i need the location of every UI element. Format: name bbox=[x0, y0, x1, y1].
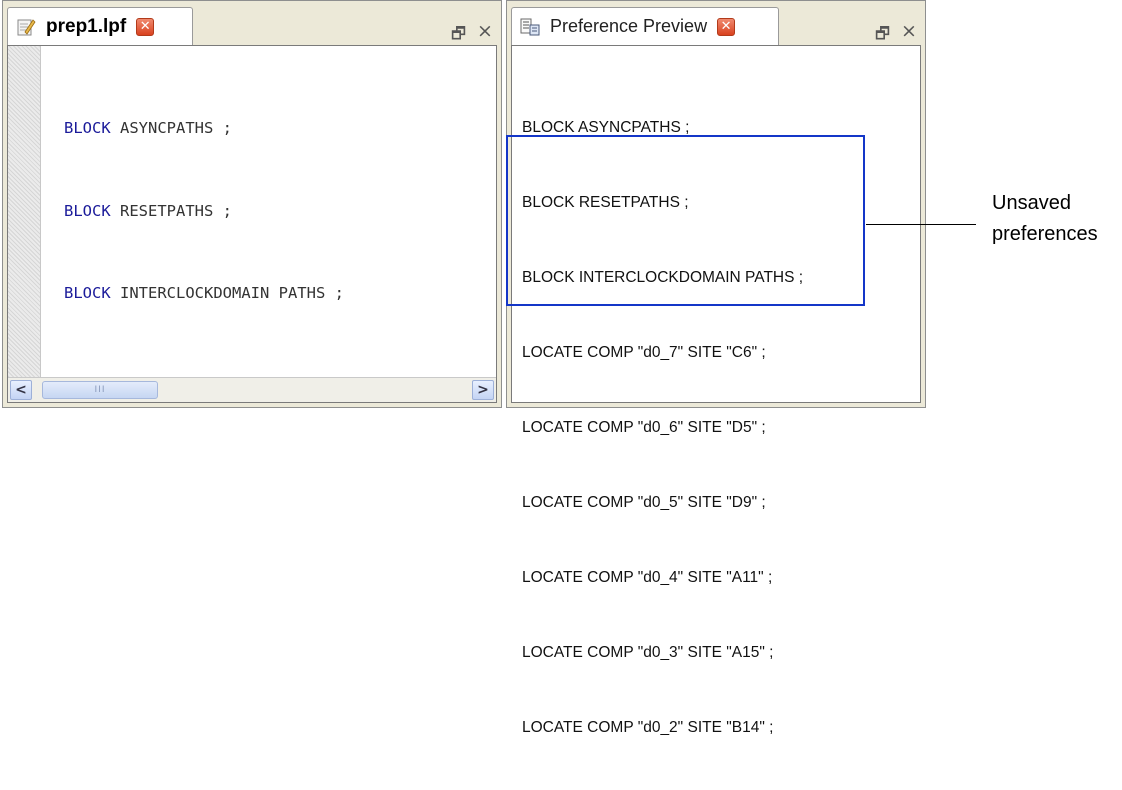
scroll-left-button[interactable]: < bbox=[10, 380, 32, 400]
editor-panel: prep1.lpf ✕ 🗗 × BLOCK ASYNCPATHS ; BLOCK… bbox=[2, 0, 502, 408]
callout-label-line: Unsaved bbox=[992, 192, 1071, 214]
callout-label: Unsaved preferences bbox=[992, 188, 1098, 250]
editor-tab-bar: prep1.lpf ✕ 🗗 × bbox=[3, 1, 501, 45]
editor-gutter bbox=[8, 46, 41, 402]
close-icon[interactable]: × bbox=[477, 20, 493, 42]
preference-preview-icon bbox=[520, 17, 540, 37]
callout-leader-line bbox=[866, 224, 976, 225]
code-editor[interactable]: BLOCK ASYNCPATHS ; BLOCK RESETPATHS ; BL… bbox=[7, 45, 497, 403]
tab-label: Preference Preview bbox=[550, 16, 708, 36]
code-line: BLOCK INTERCLOCKDOMAIN PATHS ; bbox=[64, 280, 344, 308]
edit-document-icon bbox=[16, 17, 36, 37]
preview-tab-bar: Preference Preview ✕ 🗗 × bbox=[507, 1, 925, 45]
unsaved-preferences-highlight bbox=[506, 135, 865, 306]
preference-line: LOCATE COMP "d0_5" SITE "D9" ; bbox=[522, 494, 766, 511]
tab-preference-preview[interactable]: Preference Preview ✕ bbox=[511, 7, 779, 45]
keyword: BLOCK bbox=[64, 284, 111, 302]
code-text: BLOCK ASYNCPATHS ; BLOCK RESETPATHS ; BL… bbox=[64, 60, 344, 363]
keyword: BLOCK bbox=[64, 201, 111, 220]
tab-close-icon[interactable]: ✕ bbox=[136, 17, 155, 36]
close-icon[interactable]: × bbox=[901, 20, 917, 42]
code-line: BLOCK ASYNCPATHS ; bbox=[64, 115, 344, 143]
grip-icon: III bbox=[94, 385, 106, 395]
tab-label: prep1.lpf bbox=[46, 15, 127, 37]
horizontal-scrollbar[interactable]: < III > bbox=[8, 377, 496, 402]
tab-prep1-lpf[interactable]: prep1.lpf ✕ bbox=[7, 7, 193, 45]
preference-line: LOCATE COMP "d0_2" SITE "B14" ; bbox=[522, 719, 774, 736]
chevron-right-icon: > bbox=[477, 382, 489, 398]
code-rest: ASYNCPATHS ; bbox=[110, 119, 232, 137]
keyword: BLOCK bbox=[64, 119, 111, 137]
callout-label-line: preferences bbox=[992, 223, 1098, 245]
scrollbar-thumb[interactable]: III bbox=[42, 381, 158, 399]
code-rest: INTERCLOCKDOMAIN PATHS ; bbox=[110, 284, 344, 302]
preference-line: LOCATE COMP "d0_6" SITE "D5" ; bbox=[522, 419, 766, 436]
preference-line: LOCATE COMP "d0_4" SITE "A11" ; bbox=[522, 569, 773, 586]
preference-line: LOCATE COMP "d0_3" SITE "A15" ; bbox=[522, 644, 774, 661]
tab-close-icon[interactable]: ✕ bbox=[717, 17, 736, 36]
preference-line: LOCATE COMP "d0_7" SITE "C6" ; bbox=[522, 344, 766, 361]
code-line: BLOCK RESETPATHS ; bbox=[64, 198, 344, 226]
code-rest: RESETPATHS ; bbox=[110, 201, 232, 220]
chevron-left-icon: < bbox=[15, 382, 27, 398]
scroll-right-button[interactable]: > bbox=[472, 380, 494, 400]
